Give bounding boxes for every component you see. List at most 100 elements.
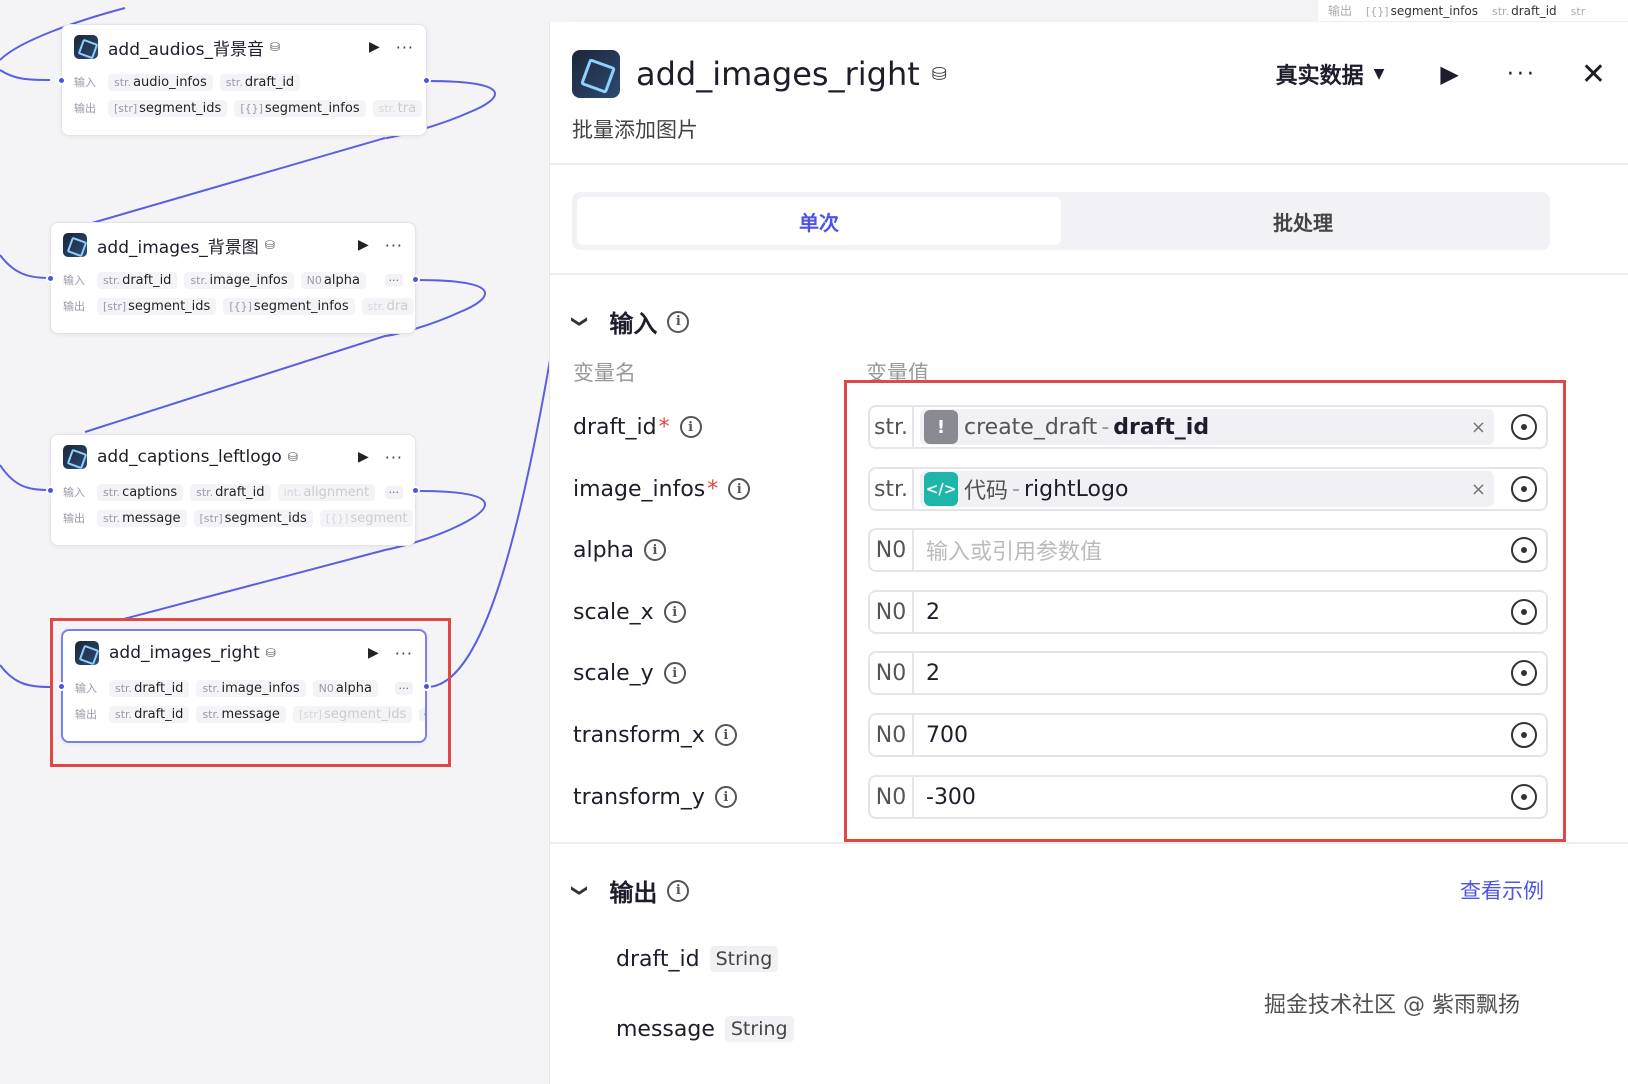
info-icon[interactable]: i [643, 539, 666, 561]
output-param: [{}] segment_infos [234, 99, 366, 117]
info-icon[interactable]: i [728, 478, 751, 500]
background-node-strip: 输出 [{}] segment_infos str. draft_id str [1318, 0, 1628, 22]
workflow-canvas[interactable]: add_audios_背景音 ⛁ ▶ ··· 输入 str. audio_info… [0, 0, 570, 1084]
caret-down-icon: ▼ [1373, 66, 1385, 82]
input-param: str. draft_id [97, 271, 178, 289]
more-params-icon[interactable]: ··· [384, 485, 403, 499]
info-icon[interactable]: i [667, 879, 690, 902]
plugin-logo-icon [74, 35, 98, 59]
input-label: 输入 [74, 76, 96, 89]
watermark: 掘金技术社区 @ 紫雨飘扬 [1264, 993, 1520, 1018]
node-config-panel: add_images_right ⛁ 真实数据 ▼ ▶ ··· ✕ 批量添加图片 … [549, 22, 1628, 1084]
plugin-badge-icon: ⛁ [931, 63, 947, 85]
input-param: str. audio_infos [108, 73, 213, 91]
info-icon[interactable]: i [714, 724, 737, 746]
view-example-link[interactable]: 查看示例 [1460, 875, 1544, 905]
input-param: str. captions [97, 483, 184, 501]
highlight-box [844, 380, 1566, 842]
workflow-node-add-images-bg[interactable]: add_images_背景图 ⛁ ▶ ··· 输入 str. draft_id s… [50, 222, 416, 334]
input-param: str. image_infos [184, 271, 294, 289]
info-icon[interactable]: i [667, 310, 690, 333]
output-label: 输出 [63, 512, 85, 525]
output-param: [str] segment_ids [97, 297, 217, 315]
input-label: 输入 [63, 486, 85, 499]
panel-subtitle: 批量添加图片 [572, 118, 698, 142]
input-section-header[interactable]: ❯ 输入 i [571, 304, 690, 339]
param-name-draft-id: draft_id * i [573, 405, 702, 449]
highlight-box [50, 618, 451, 767]
output-type-badge: String [709, 946, 779, 972]
output-port[interactable] [411, 486, 420, 495]
run-icon[interactable]: ▶ [1440, 60, 1458, 88]
chevron-down-icon: ❯ [571, 883, 591, 898]
output-port[interactable] [411, 275, 420, 284]
output-label: 输出 [63, 300, 85, 313]
run-node-icon[interactable]: ▶ [358, 449, 369, 465]
input-param: int. alignment [277, 483, 376, 501]
divider [550, 163, 1628, 165]
plugin-badge-icon: ⛁ [264, 238, 275, 252]
more-params-icon[interactable]: ··· [384, 273, 403, 287]
chevron-down-icon: ❯ [571, 314, 591, 329]
divider [550, 842, 1628, 844]
plugin-badge-icon: ⛁ [269, 40, 281, 54]
param-name-scale-x: scale_x i [573, 590, 686, 634]
output-item: draft_id String [616, 946, 779, 972]
plugin-badge-icon: ⛁ [287, 450, 298, 464]
param-name-transform-y: transform_y i [573, 775, 737, 819]
node-title: add_images_背景图 [97, 237, 259, 258]
wire [0, 254, 51, 279]
more-icon[interactable]: ··· [1507, 62, 1537, 87]
param-name-alpha: alpha i [573, 528, 666, 572]
node-more-icon[interactable]: ··· [396, 38, 414, 57]
output-param: str. dra [361, 297, 415, 315]
param-name-transform-x: transform_x i [573, 713, 737, 757]
col-name-header: 变量名 [573, 361, 636, 385]
param-name-scale-y: scale_y i [573, 651, 686, 695]
output-param: str. tra [372, 99, 423, 117]
wire [0, 69, 51, 81]
output-section-header[interactable]: ❯ 输出 i [571, 873, 690, 908]
param-name-image-infos: image_infos * i [573, 467, 751, 511]
output-item: message String [616, 1016, 794, 1042]
workflow-node-add-audios[interactable]: add_audios_背景音 ⛁ ▶ ··· 输入 str. audio_info… [61, 24, 427, 136]
input-param: str. draft_id [190, 483, 271, 501]
tab-batch[interactable]: 批处理 [1061, 197, 1545, 245]
input-label: 输入 [63, 274, 85, 287]
info-icon[interactable]: i [714, 786, 737, 808]
run-node-icon[interactable]: ▶ [369, 39, 380, 55]
info-icon[interactable]: i [663, 662, 686, 684]
node-more-icon[interactable]: ··· [385, 448, 403, 467]
info-icon[interactable]: i [663, 601, 686, 623]
output-label: 输出 [74, 102, 96, 115]
wire [0, 464, 51, 491]
output-param: [{}] segment [319, 509, 414, 527]
node-more-icon[interactable]: ··· [385, 236, 403, 255]
input-port[interactable] [46, 274, 55, 283]
wire [0, 664, 51, 688]
plugin-logo-icon [572, 50, 620, 98]
input-param: str. draft_id [219, 73, 301, 91]
run-node-icon[interactable]: ▶ [358, 237, 369, 253]
tab-single[interactable]: 单次 [577, 197, 1061, 245]
output-param: [str] segment_ids [193, 509, 313, 527]
output-port[interactable] [422, 76, 431, 85]
output-type-badge: String [724, 1016, 794, 1042]
input-port[interactable] [46, 486, 55, 495]
output-param: [{}] segment_infos [223, 297, 355, 315]
plugin-logo-icon [63, 233, 87, 257]
divider [550, 273, 1628, 275]
close-icon[interactable]: ✕ [1581, 57, 1606, 92]
input-port[interactable] [57, 76, 66, 85]
plugin-logo-icon [63, 445, 87, 469]
run-mode-tabs: 单次 批处理 [572, 192, 1550, 250]
node-title: add_captions_leftlogo [97, 447, 282, 467]
output-param: str. message [97, 509, 187, 527]
data-mode-dropdown[interactable]: 真实数据 ▼ [1276, 58, 1385, 90]
node-title: add_audios_背景音 [108, 39, 264, 60]
input-param: N0 alpha [300, 271, 366, 289]
panel-title: add_images_right [636, 55, 920, 93]
output-param: [str] segment_ids [108, 99, 228, 117]
info-icon[interactable]: i [679, 416, 702, 438]
workflow-node-add-captions[interactable]: add_captions_leftlogo ⛁ ▶ ··· 输入 str. cap… [50, 434, 416, 546]
